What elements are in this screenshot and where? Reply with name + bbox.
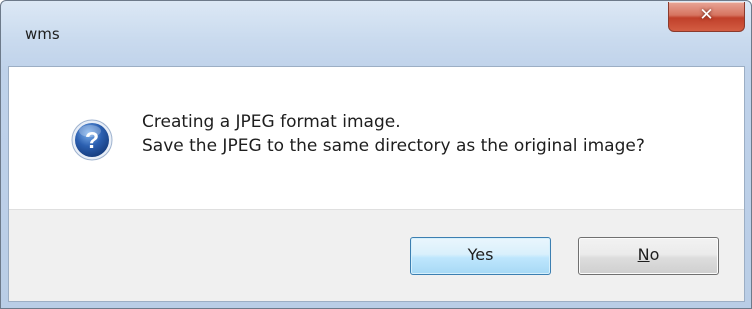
yes-button[interactable]: Yes [410, 237, 551, 275]
no-button-label-rest: o [649, 245, 660, 264]
message-area: ? Creating a JPEG format image. Save the… [9, 67, 744, 209]
dialog-body: ? Creating a JPEG format image. Save the… [8, 66, 745, 302]
close-icon: ✕ [699, 5, 714, 25]
no-button-mnemonic: N [637, 245, 650, 264]
svg-text:?: ? [85, 127, 99, 153]
close-button[interactable]: ✕ [668, 2, 745, 32]
message-line-2: Save the JPEG to the same directory as t… [142, 136, 645, 156]
message-line-1: Creating a JPEG format image. [142, 112, 401, 132]
title-bar[interactable]: wms ✕ [1, 1, 751, 51]
dialog-window: wms ✕ ? Creating a JPEG format image. Sa… [0, 0, 752, 309]
button-bar: Yes No [9, 209, 744, 301]
yes-button-label: Yes [467, 245, 494, 264]
no-button[interactable]: No [578, 237, 719, 275]
question-icon: ? [71, 119, 113, 161]
window-title: wms [25, 25, 60, 43]
